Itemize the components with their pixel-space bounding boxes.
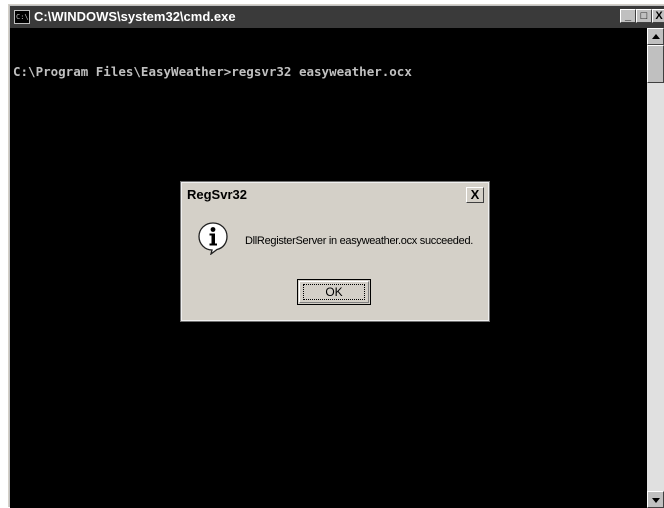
vertical-scrollbar[interactable] [647,28,664,508]
dialog-close-button[interactable]: X [466,187,484,203]
dialog-titlebar[interactable]: RegSvr32 X [184,185,486,205]
scroll-down-button[interactable] [647,491,664,508]
ok-button[interactable]: OK [297,279,371,305]
regsvr32-dialog: RegSvr32 X DllRegisterServer in easyweat… [180,181,490,322]
console-line: C:\Program Files\EasyWeather>regsvr32 ea… [13,64,412,79]
maximize-button[interactable]: □ [636,9,652,23]
arrow-down-icon [652,498,660,503]
close-button[interactable]: X [652,9,664,23]
console-icon[interactable]: C:\ [14,10,30,24]
window-titlebar[interactable]: C:\ C:\WINDOWS\system32\cmd.exe _ □ X [10,6,664,28]
dialog-message: DllRegisterServer in easyweather.ocx suc… [245,235,474,247]
arrow-up-icon [652,34,660,39]
window-title: C:\WINDOWS\system32\cmd.exe [34,9,236,24]
dialog-title: RegSvr32 [187,187,247,202]
scroll-thumb[interactable] [647,45,664,83]
scroll-up-button[interactable] [647,28,664,45]
info-icon [198,222,228,255]
ok-button-label: OK [325,285,343,299]
minimize-button[interactable]: _ [620,9,636,23]
